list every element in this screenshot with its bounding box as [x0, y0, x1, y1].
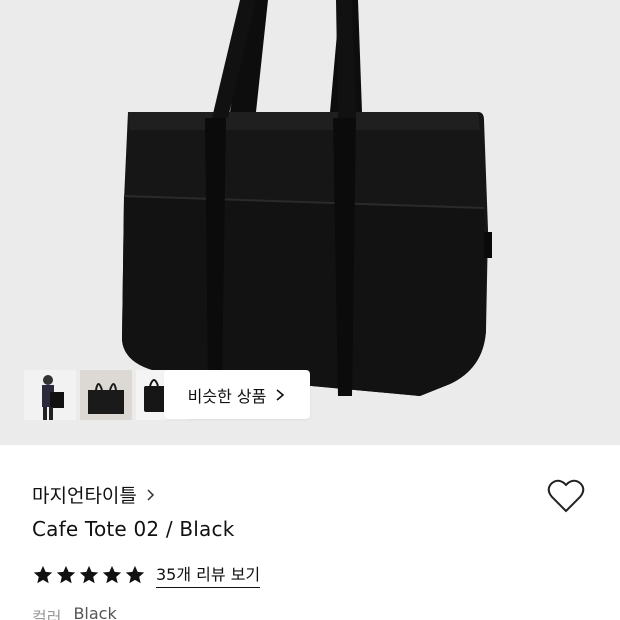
star-rating — [32, 564, 146, 586]
similar-products-button[interactable]: 비슷한 상품 — [164, 370, 310, 419]
bag-flat-photo-thumb-icon — [80, 370, 132, 420]
star-icon — [56, 565, 76, 583]
similar-products-label: 비슷한 상품 — [187, 386, 267, 406]
brand-link[interactable]: 마지언타이틀 — [32, 481, 156, 508]
color-value: Black — [73, 604, 117, 620]
chevron-right-icon — [147, 488, 154, 501]
product-title: Cafe Tote 02 / Black — [32, 517, 235, 541]
rating-row: 35개 리뷰 보기 — [32, 561, 261, 588]
color-option-row: 컬러 Black — [32, 604, 117, 620]
brand-name: 마지언타이틀 — [32, 485, 137, 507]
color-label: 컬러 — [32, 608, 62, 620]
heart-icon[interactable] — [547, 478, 585, 514]
product-image-gallery[interactable]: 비슷한 상품 — [0, 0, 620, 445]
thumbnail-flat[interactable] — [80, 370, 132, 420]
star-icon — [102, 565, 122, 583]
star-icon — [33, 565, 53, 583]
product-info-panel: 마지언타이틀 Cafe Tote 02 / Black 35개 리뷰 보기 컬러… — [0, 445, 620, 620]
thumbnail-model[interactable] — [24, 370, 76, 420]
chevron-right-icon — [276, 388, 285, 401]
star-icon — [125, 565, 145, 583]
review-link[interactable]: 35개 리뷰 보기 — [156, 561, 261, 588]
model-photo-thumb-icon — [24, 370, 76, 420]
star-icon — [79, 565, 99, 583]
